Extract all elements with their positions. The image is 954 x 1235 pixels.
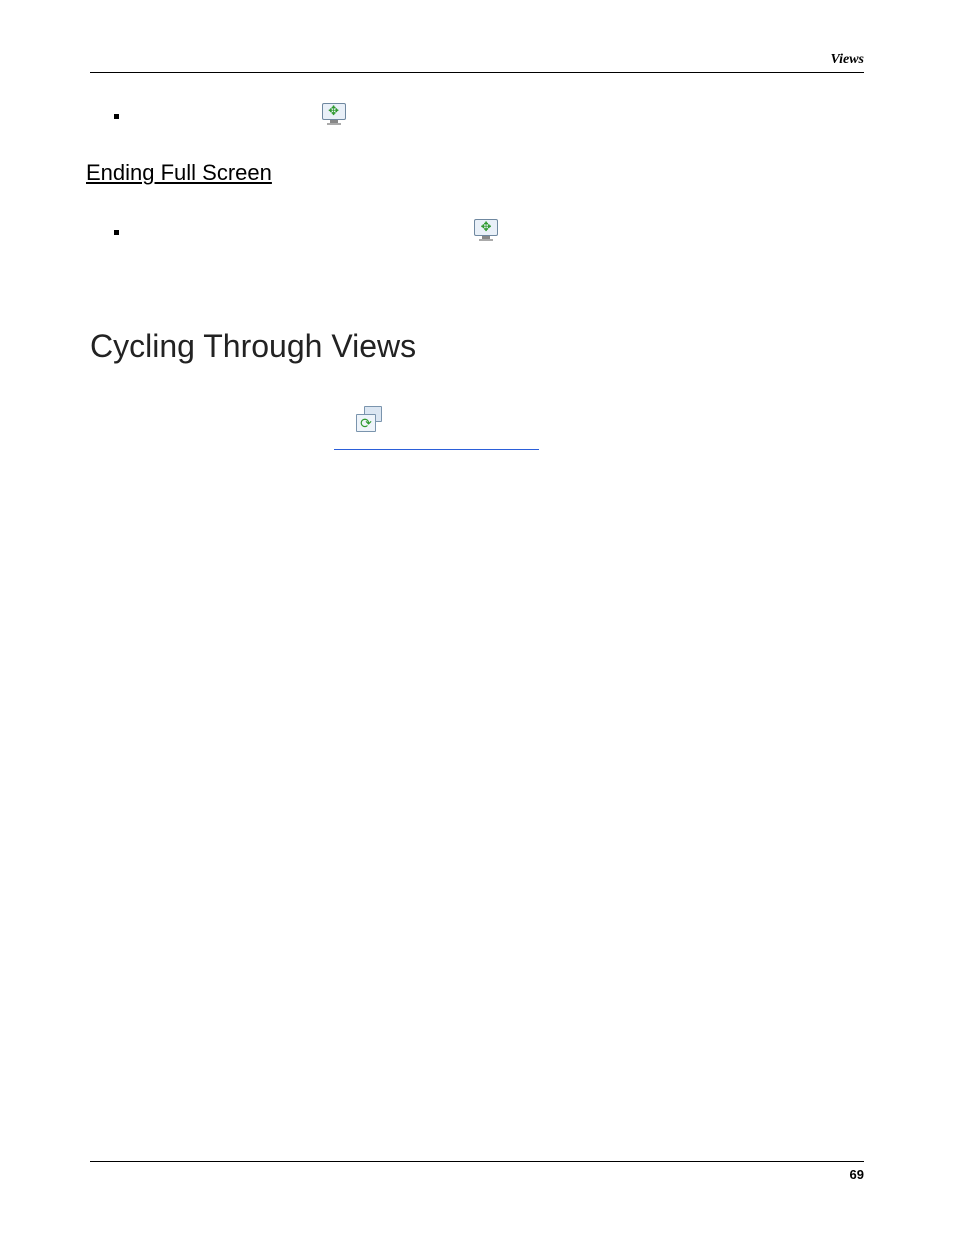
fullscreen-monitor-icon: ✥	[473, 219, 501, 243]
cycling-through-views-link[interactable]	[334, 448, 539, 450]
fullscreen-monitor-icon: ✥	[321, 103, 349, 127]
bullet-item-end-fullscreen: To end full screen, click the ✥	[90, 219, 864, 243]
breadcrumb: Views	[831, 52, 864, 67]
bullet-text: Click the	[127, 104, 185, 126]
bullet-item-click-fullscreen: Click the ✥	[90, 103, 864, 127]
bullet-list-1: Click the ✥	[90, 103, 864, 127]
link-row	[100, 438, 864, 460]
page-number: 69	[850, 1167, 864, 1182]
bullet-text: To end full screen, click the	[127, 220, 307, 242]
page-header: Views	[90, 50, 864, 73]
heading-ending-full-screen: Ending Full Screen	[86, 157, 864, 189]
cycle-views-icon: ⟳	[356, 406, 382, 432]
page-footer: 69	[90, 1161, 864, 1185]
cycle-action-row: ⟳	[90, 406, 864, 432]
document-page: Views Click the ✥ Ending Full Screen To …	[0, 0, 954, 1235]
bullet-list-2: To end full screen, click the ✥	[90, 219, 864, 243]
bullet-dot	[114, 114, 119, 119]
heading-cycling-through-views: Cycling Through Views	[90, 323, 864, 369]
bullet-dot	[114, 230, 119, 235]
